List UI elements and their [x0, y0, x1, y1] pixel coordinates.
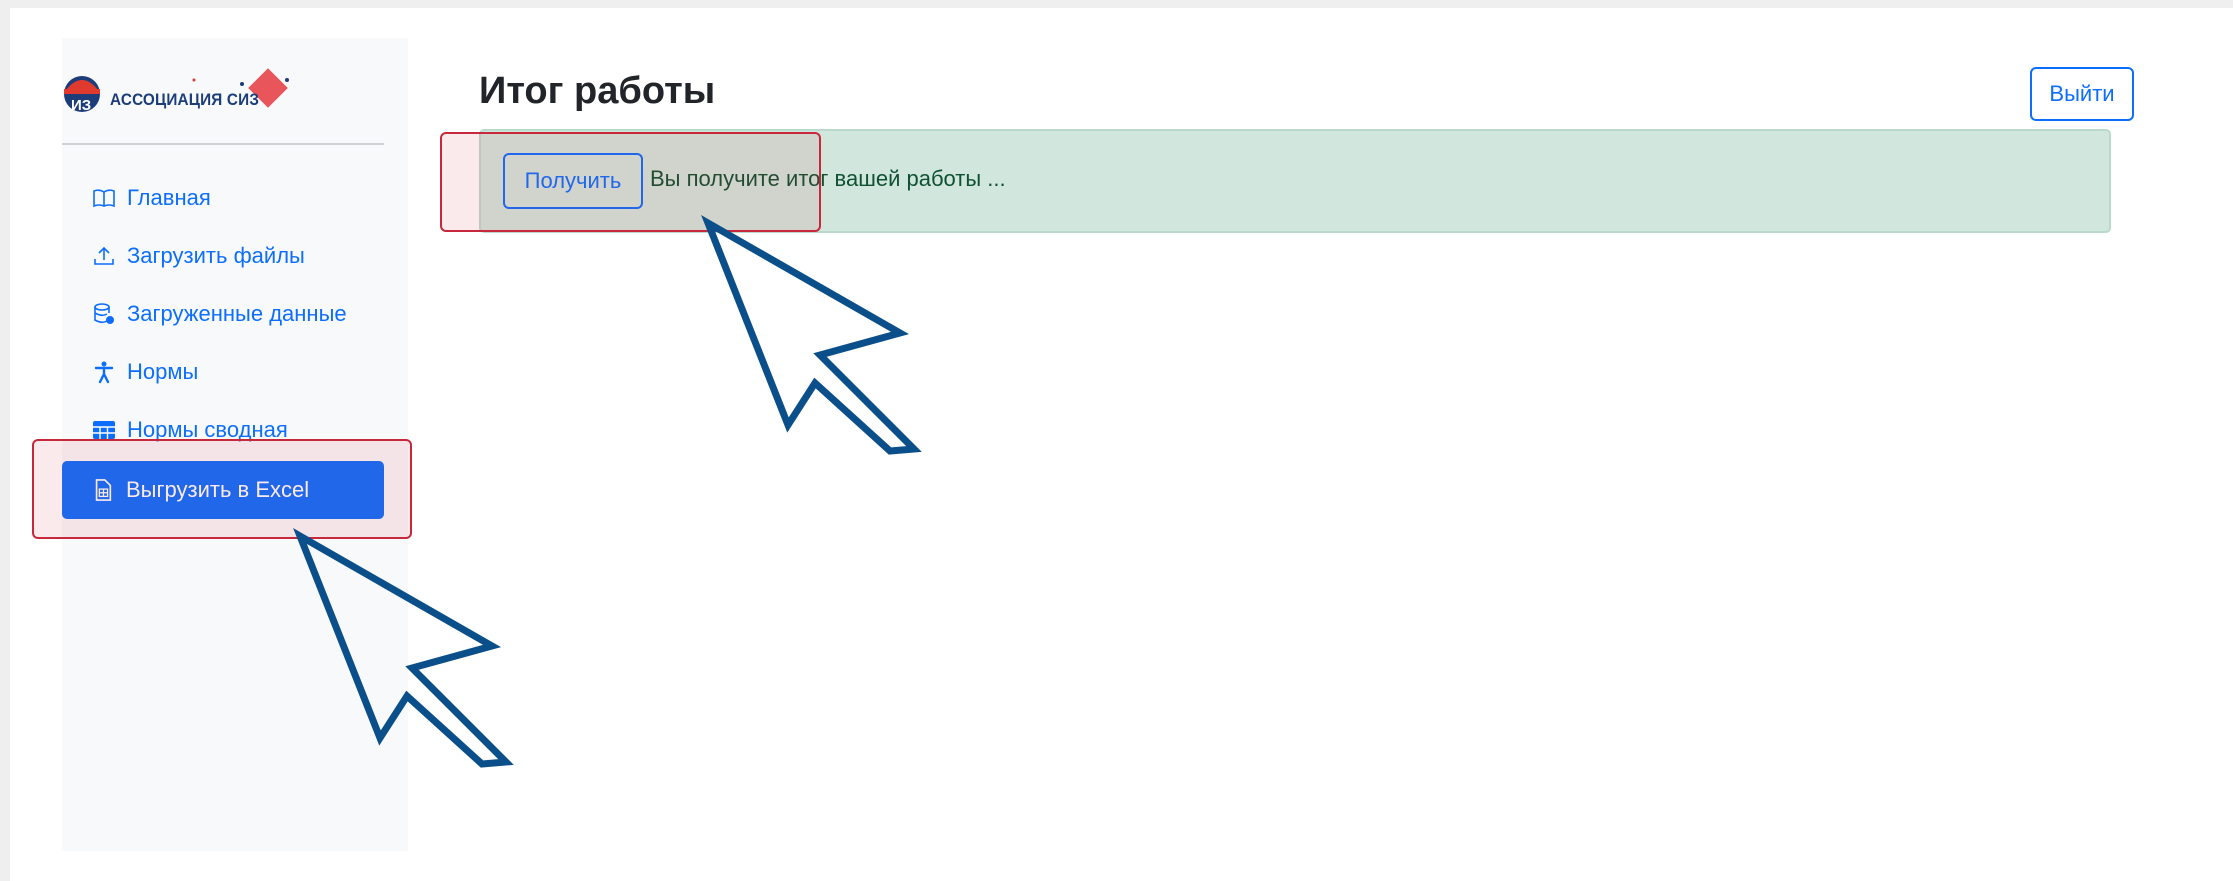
pointer-arrow-icon	[293, 528, 514, 768]
sidebar-item-label: Загрузить файлы	[127, 243, 305, 268]
pointer-arrow-icon	[701, 215, 922, 455]
sidebar-item-label: Загруженные данные	[127, 301, 347, 326]
page-title: Итог работы	[479, 70, 716, 112]
upload-icon	[94, 246, 114, 265]
sidebar-item-upload[interactable]: Загрузить файлы	[92, 240, 305, 272]
logo: ИЗ АССОЦИАЦИЯ СИЗ	[62, 66, 297, 122]
highlight-export-item	[32, 439, 412, 539]
book-icon	[93, 189, 115, 208]
sidebar-item-home[interactable]: Главная	[92, 182, 211, 214]
sidebar-item-uploaded-data[interactable]: Загруженные данные	[92, 298, 347, 330]
sidebar-item-label: Главная	[127, 185, 211, 210]
sidebar-item-label: Нормы	[127, 359, 199, 384]
sidebar-item-norms[interactable]: Нормы	[92, 356, 198, 388]
sidebar-divider	[62, 143, 384, 145]
logout-button[interactable]: Выйти	[2030, 67, 2134, 121]
person-icon	[94, 361, 114, 384]
svg-text:ИЗ: ИЗ	[71, 97, 91, 114]
logo-text: АССОЦИАЦИЯ СИЗ	[110, 90, 260, 109]
database-icon	[94, 303, 114, 324]
